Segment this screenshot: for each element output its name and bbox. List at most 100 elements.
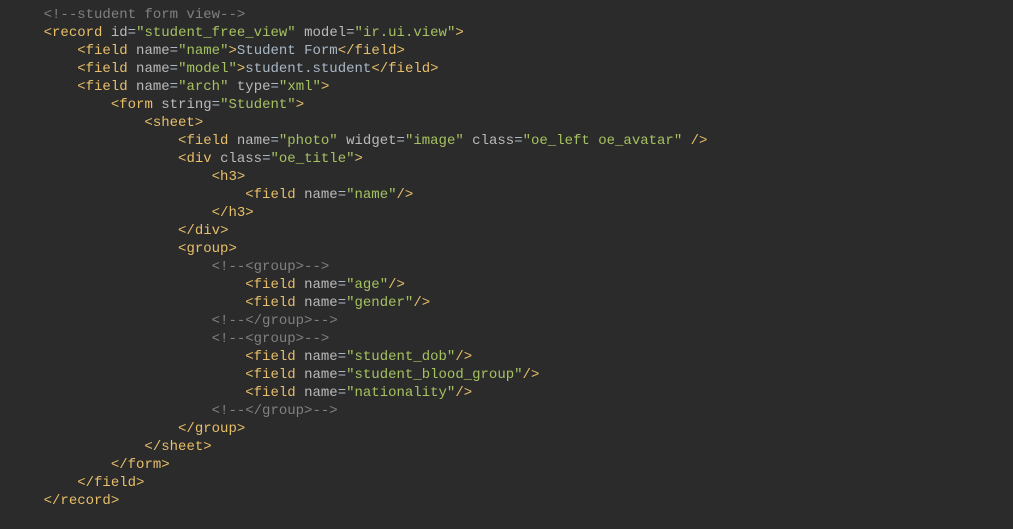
token-attr-eq: = [397, 133, 405, 149]
token-tag-bracket: </ [212, 205, 229, 221]
code-line[interactable]: <!--<group>--> [0, 258, 1013, 276]
code-line[interactable]: <div class="oe_title"> [0, 150, 1013, 168]
code-line[interactable]: <field name="nationality"/> [0, 384, 1013, 402]
token-quote: " [674, 133, 682, 149]
token-attr-eq: = [338, 367, 346, 383]
token-quote: " [346, 187, 354, 203]
token-attr-eq: = [338, 277, 346, 293]
code-line[interactable]: <record id="student_free_view" model="ir… [0, 24, 1013, 42]
token-text-content [464, 133, 472, 149]
token-quote: " [346, 385, 354, 401]
token-tag-name: field [388, 61, 430, 77]
token-text-content: Student Form [237, 43, 338, 59]
token-tag-bracket: > [161, 457, 169, 473]
token-tag-bracket: < [245, 187, 253, 203]
token-attr-name: name [136, 43, 170, 59]
token-tag-name: group [195, 421, 237, 437]
token-attr-value: oe_title [279, 151, 346, 167]
token-attr-value: name [186, 43, 220, 59]
token-text-content [212, 151, 220, 167]
code-line[interactable]: <group> [0, 240, 1013, 258]
code-line[interactable]: </field> [0, 474, 1013, 492]
code-line[interactable]: <field name="name">Student Form</field> [0, 42, 1013, 60]
token-tag-name: field [254, 277, 296, 293]
code-line[interactable]: <sheet> [0, 114, 1013, 132]
token-tag-bracket: < [245, 295, 253, 311]
token-attr-value: ir.ui.view [363, 25, 447, 41]
token-attr-name: name [304, 349, 338, 365]
token-tag-name: field [94, 475, 136, 491]
token-attr-value: gender [355, 295, 405, 311]
token-tag-bracket: < [245, 385, 253, 401]
code-line[interactable]: <!--</group>--> [0, 312, 1013, 330]
token-tag-bracket: < [144, 115, 152, 131]
code-line[interactable]: <field name="arch" type="xml"> [0, 78, 1013, 96]
token-tag-bracket: > [455, 25, 463, 41]
code-line[interactable]: <form string="Student"> [0, 96, 1013, 114]
token-quote: " [346, 295, 354, 311]
token-tag-bracket: > [136, 475, 144, 491]
token-tag-bracket: > [111, 493, 119, 509]
token-quote: " [388, 187, 396, 203]
token-comment: <!--<group>--> [212, 331, 330, 347]
token-tag-name: h3 [228, 205, 245, 221]
token-attr-value: name [355, 187, 389, 203]
token-quote: " [346, 367, 354, 383]
code-line[interactable]: <field name="age"/> [0, 276, 1013, 294]
token-comment: <!--</group>--> [212, 403, 338, 419]
token-tag-bracket: < [77, 43, 85, 59]
code-line[interactable]: <!--<group>--> [0, 330, 1013, 348]
code-line[interactable]: <!--student form view--> [0, 6, 1013, 24]
token-quote: " [355, 25, 363, 41]
token-tag-bracket: > [245, 205, 253, 221]
token-comment: <!--</group>--> [212, 313, 338, 329]
token-attr-value: student_free_view [144, 25, 287, 41]
token-tag-bracket: < [77, 79, 85, 95]
code-line[interactable]: <field name="name"/> [0, 186, 1013, 204]
token-attr-value: student_blood_group [355, 367, 515, 383]
code-line[interactable]: <!--</group>--> [0, 402, 1013, 420]
token-attr-eq: = [514, 133, 522, 149]
code-line[interactable]: </record> [0, 492, 1013, 510]
token-tag-name: div [195, 223, 220, 239]
token-text-content [128, 61, 136, 77]
token-attr-eq: = [338, 349, 346, 365]
code-line[interactable]: </form> [0, 456, 1013, 474]
token-attr-name: name [304, 295, 338, 311]
token-quote: " [346, 277, 354, 293]
token-tag-bracket: > [321, 79, 329, 95]
code-line[interactable]: <field name="gender"/> [0, 294, 1013, 312]
token-tag-name: form [119, 97, 153, 113]
code-line[interactable]: <field name="student_blood_group"/> [0, 366, 1013, 384]
token-quote: " [287, 97, 295, 113]
token-attr-name: type [237, 79, 271, 95]
token-tag-bracket: < [111, 97, 119, 113]
token-attr-name: widget [346, 133, 396, 149]
code-line[interactable]: </sheet> [0, 438, 1013, 456]
code-line[interactable]: </h3> [0, 204, 1013, 222]
token-attr-name: name [136, 61, 170, 77]
token-text-content [296, 385, 304, 401]
code-line[interactable]: </div> [0, 222, 1013, 240]
code-line[interactable]: <h3> [0, 168, 1013, 186]
code-editor[interactable]: <!--student form view--> <record id="stu… [0, 0, 1013, 510]
token-tag-bracket: > [237, 169, 245, 185]
code-line[interactable]: </group> [0, 420, 1013, 438]
token-attr-name: name [237, 133, 271, 149]
token-tag-name: sheet [161, 439, 203, 455]
token-attr-value: oe_left oe_avatar [531, 133, 674, 149]
token-quote: " [523, 133, 531, 149]
token-tag-bracket: > [203, 439, 211, 455]
token-tag-bracket: </ [144, 439, 161, 455]
token-quote: " [455, 133, 463, 149]
token-text-content [128, 79, 136, 95]
code-line[interactable]: <field name="model">student.student</fie… [0, 60, 1013, 78]
token-attr-value: age [355, 277, 380, 293]
code-line[interactable]: <field name="student_dob"/> [0, 348, 1013, 366]
token-tag-name: field [86, 61, 128, 77]
token-attr-eq: = [346, 25, 354, 41]
code-line[interactable]: <field name="photo" widget="image" class… [0, 132, 1013, 150]
token-attr-value: model [186, 61, 228, 77]
token-quote: " [228, 61, 236, 77]
token-attr-eq: = [170, 43, 178, 59]
